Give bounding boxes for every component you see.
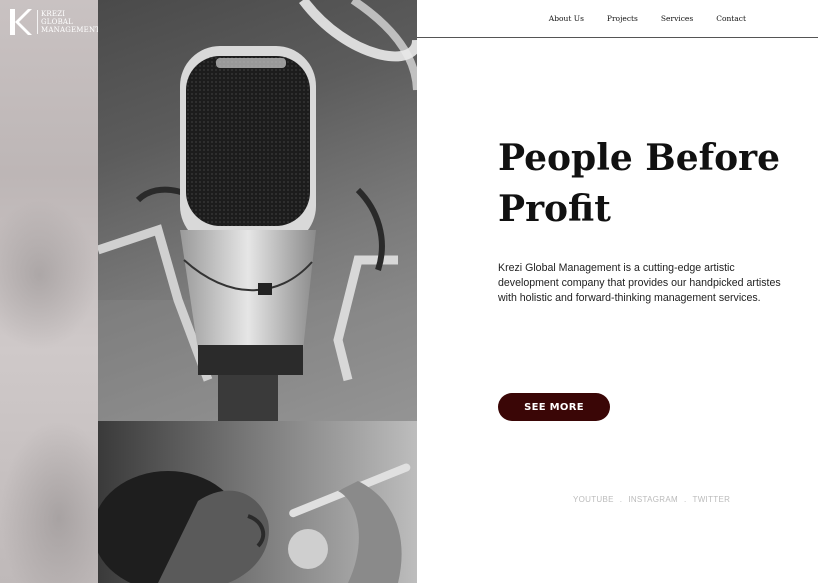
hero-description: Krezi Global Management is a cutting-edg… [498,262,781,304]
nav-projects[interactable]: Projects [607,14,638,23]
brand-line-3: MANAGEMENT [41,26,101,34]
hero-title: People Before Profit [498,137,781,230]
separator: . [683,495,687,504]
microphone-photo [98,0,417,421]
background-blur [0,200,98,350]
nav-about-us[interactable]: About Us [549,14,584,23]
left-image-strip [0,0,98,583]
singer-photo [98,421,417,583]
top-navigation: About Us Projects Services Contact [417,0,818,38]
k-logo-icon [10,9,32,35]
nav-services[interactable]: Services [661,14,693,23]
brand-name: KREZI GLOBAL MANAGEMENT [37,10,100,34]
brand-logo[interactable]: KREZI GLOBAL MANAGEMENT [10,9,100,35]
social-links: YOUTUBE . INSTAGRAM . TWITTER [573,495,730,504]
instagram-link[interactable]: INSTAGRAM [628,495,678,504]
background-blur [0,420,98,583]
brand-line-1: KREZI [41,10,66,18]
separator: . [619,495,623,504]
twitter-link[interactable]: TWITTER [693,495,731,504]
see-more-button[interactable]: SEE MORE [498,393,610,421]
brand-line-2: GLOBAL [41,18,74,26]
youtube-link[interactable]: YOUTUBE [573,495,614,504]
nav-contact[interactable]: Contact [716,14,746,23]
